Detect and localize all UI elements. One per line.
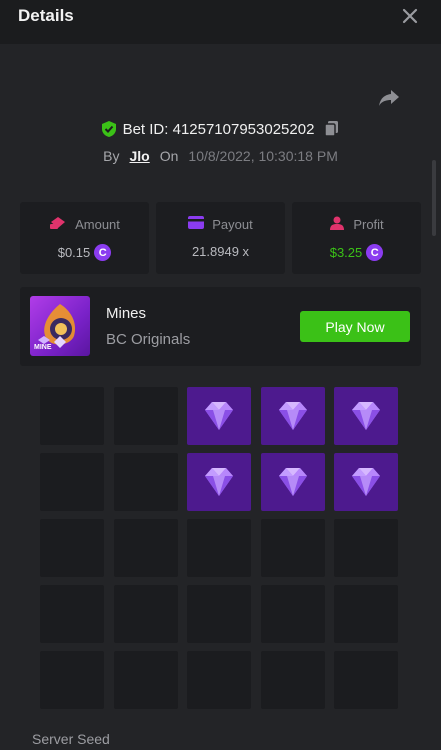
hidden-tile (114, 519, 178, 577)
header-bar: Details (0, 0, 441, 44)
diamond-icon (205, 402, 233, 430)
hidden-tile (334, 519, 398, 577)
game-name: Mines (106, 305, 147, 322)
currency-coin-icon: C (366, 244, 384, 261)
amount-label: Amount (75, 217, 120, 232)
gem-tile (261, 453, 325, 511)
gem-tile (187, 453, 251, 511)
diamond-icon (279, 468, 307, 496)
shield-check-icon (101, 120, 117, 138)
username-link[interactable]: Jlo (129, 148, 149, 164)
gem-tile (334, 453, 398, 511)
amount-icon (49, 216, 67, 233)
profit-card: Profit $3.25 C (292, 202, 421, 274)
hidden-tile (114, 651, 178, 709)
bet-id: Bet ID: 41257107953025202 (122, 120, 315, 138)
hidden-tile (40, 453, 104, 511)
profit-label: Profit (353, 217, 384, 232)
hidden-tile (40, 585, 104, 643)
play-now-button[interactable]: Play Now (300, 311, 410, 342)
currency-coin-icon: C (94, 244, 112, 261)
amount-card: Amount $0.15 C (20, 202, 149, 274)
server-seed-label: Server Seed (32, 731, 110, 747)
diamond-icon (205, 468, 233, 496)
payout-label: Payout (212, 216, 253, 232)
hidden-tile (40, 387, 104, 445)
bet-id-row: Bet ID: 41257107953025202 (0, 119, 441, 139)
profit-value: $3.25 (329, 245, 363, 260)
hidden-tile (187, 519, 251, 577)
profit-icon (329, 216, 345, 233)
hidden-tile (40, 519, 104, 577)
hidden-tile (334, 651, 398, 709)
bet-stats: Amount $0.15 C Payout 21.8949 x Profit $… (20, 202, 421, 274)
diamond-icon (352, 402, 380, 430)
hidden-tile (114, 453, 178, 511)
close-icon[interactable] (400, 6, 420, 26)
payout-card: Payout 21.8949 x (156, 202, 285, 274)
hidden-tile (187, 585, 251, 643)
mines-game-thumbnail[interactable]: MINE (30, 296, 90, 356)
gem-tile (261, 387, 325, 445)
hidden-tile (261, 585, 325, 643)
hidden-tile (114, 585, 178, 643)
game-provider: BC Originals (106, 331, 191, 348)
hidden-tile (40, 651, 104, 709)
copy-icon[interactable] (324, 120, 340, 138)
diamond-icon (352, 468, 380, 496)
hidden-tile (261, 651, 325, 709)
thumbnail-text: MINE (34, 344, 52, 351)
payout-value: 21.8949 x (191, 244, 250, 259)
page-title: Details (18, 6, 74, 25)
gem-tile (187, 387, 251, 445)
scrollbar[interactable] (432, 160, 436, 236)
on-label: On (159, 148, 179, 164)
payout-icon (188, 216, 205, 232)
mines-board (40, 387, 398, 709)
hidden-tile (114, 387, 178, 445)
gem-tile (334, 387, 398, 445)
hidden-tile (187, 651, 251, 709)
bet-datetime: 10/8/2022, 10:30:18 PM (188, 148, 338, 164)
by-label: By (103, 148, 120, 164)
hidden-tile (261, 519, 325, 577)
amount-value: $0.15 (57, 245, 91, 260)
share-icon[interactable] (377, 88, 401, 108)
hidden-tile (334, 585, 398, 643)
diamond-icon (279, 402, 307, 430)
bet-author-row: By Jlo On 10/8/2022, 10:30:18 PM (0, 146, 441, 166)
game-card: MINE Mines BC Originals Play Now (20, 287, 421, 366)
